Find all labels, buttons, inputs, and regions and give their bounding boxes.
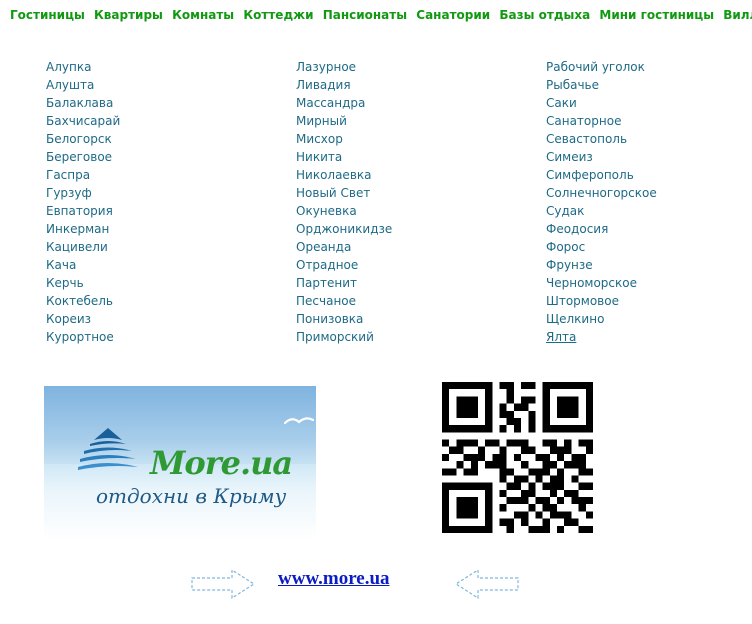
city-link[interactable]: Инкерман	[46, 220, 286, 238]
city-link[interactable]: Балаклава	[46, 94, 286, 112]
city-link[interactable]: Феодосия	[546, 220, 752, 238]
city-link[interactable]: Алушта	[46, 76, 286, 94]
city-list-column-2: Лазурное Ливадия Массандра Мирный Мисхор…	[296, 58, 536, 346]
city-link[interactable]: Черноморское	[546, 274, 752, 292]
city-link[interactable]: Керчь	[46, 274, 286, 292]
nav-rooms[interactable]: Комнаты	[172, 8, 234, 22]
qr-code	[442, 382, 593, 533]
nav-boarding-houses[interactable]: Пансионаты	[323, 8, 407, 22]
nav-apartments[interactable]: Квартиры	[94, 8, 163, 22]
city-link[interactable]: Береговое	[46, 148, 286, 166]
nav-cottages[interactable]: Коттеджи	[243, 8, 313, 22]
city-link[interactable]: Окуневка	[296, 202, 536, 220]
city-link[interactable]: Понизовка	[296, 310, 536, 328]
banner-brand: More.ua	[150, 444, 293, 482]
city-link[interactable]: Саки	[546, 94, 752, 112]
more-ua-banner[interactable]: More.ua отдохни в Крыму	[44, 386, 316, 540]
city-link[interactable]: Гурзуф	[46, 184, 286, 202]
city-link[interactable]: Рыбачье	[546, 76, 752, 94]
city-link[interactable]: Николаевка	[296, 166, 536, 184]
city-link[interactable]: Кача	[46, 256, 286, 274]
city-link[interactable]: Лазурное	[296, 58, 536, 76]
city-link[interactable]: Алупка	[46, 58, 286, 76]
city-link[interactable]: Форос	[546, 238, 752, 256]
city-link[interactable]: Рабочий уголок	[546, 58, 752, 76]
city-link[interactable]: Мисхор	[296, 130, 536, 148]
city-link[interactable]: Фрунзе	[546, 256, 752, 274]
city-link[interactable]: Массандра	[296, 94, 536, 112]
city-link[interactable]: Приморский	[296, 328, 536, 346]
city-link[interactable]: Кацивели	[46, 238, 286, 256]
city-link[interactable]: Гаспра	[46, 166, 286, 184]
nav-sanatoriums[interactable]: Санатории	[416, 8, 490, 22]
city-link[interactable]: Ореанда	[296, 238, 536, 256]
city-link[interactable]: Симеиз	[546, 148, 752, 166]
city-link[interactable]: Орджоникидзе	[296, 220, 536, 238]
banner-tagline: отдохни в Крыму	[96, 484, 287, 508]
nav-villas[interactable]: Виллы	[723, 8, 752, 22]
wave-pyramid-icon	[78, 428, 138, 470]
nav-mini-hotels[interactable]: Мини гостиницы	[599, 8, 714, 22]
city-link[interactable]: Новый Свет	[296, 184, 536, 202]
city-link[interactable]: Кореиз	[46, 310, 286, 328]
city-link[interactable]: Белогорск	[46, 130, 286, 148]
nav-recreation-bases[interactable]: Базы отдыха	[499, 8, 590, 22]
top-navigation: Гостиницы Квартиры Комнаты Коттеджи Панс…	[0, 8, 752, 26]
city-link[interactable]: Никита	[296, 148, 536, 166]
nav-hotels[interactable]: Гостиницы	[10, 8, 85, 22]
city-link[interactable]: Судак	[546, 202, 752, 220]
city-link[interactable]: Солнечногорское	[546, 184, 752, 202]
city-link[interactable]: Ялта	[546, 328, 752, 346]
city-link[interactable]: Штормовое	[546, 292, 752, 310]
city-link[interactable]: Мирный	[296, 112, 536, 130]
city-link[interactable]: Щелкино	[546, 310, 752, 328]
arrow-left-icon	[454, 568, 519, 600]
city-link[interactable]: Симферополь	[546, 166, 752, 184]
city-list-column-3: Рабочий уголок Рыбачье Саки Санаторное С…	[546, 58, 752, 346]
city-link[interactable]: Санаторное	[546, 112, 752, 130]
city-list-column-1: Алупка Алушта Балаклава Бахчисарай Белог…	[46, 58, 286, 346]
city-link[interactable]: Бахчисарай	[46, 112, 286, 130]
city-link[interactable]: Коктебель	[46, 292, 286, 310]
site-link[interactable]: www.more.ua	[278, 568, 390, 590]
arrow-right-icon	[191, 568, 256, 600]
city-link[interactable]: Партенит	[296, 274, 536, 292]
seagull-icon	[284, 417, 314, 425]
city-link[interactable]: Ливадия	[296, 76, 536, 94]
city-link[interactable]: Евпатория	[46, 202, 286, 220]
city-link[interactable]: Песчаное	[296, 292, 536, 310]
city-link[interactable]: Курортное	[46, 328, 286, 346]
city-link[interactable]: Отрадное	[296, 256, 536, 274]
city-link[interactable]: Севастополь	[546, 130, 752, 148]
